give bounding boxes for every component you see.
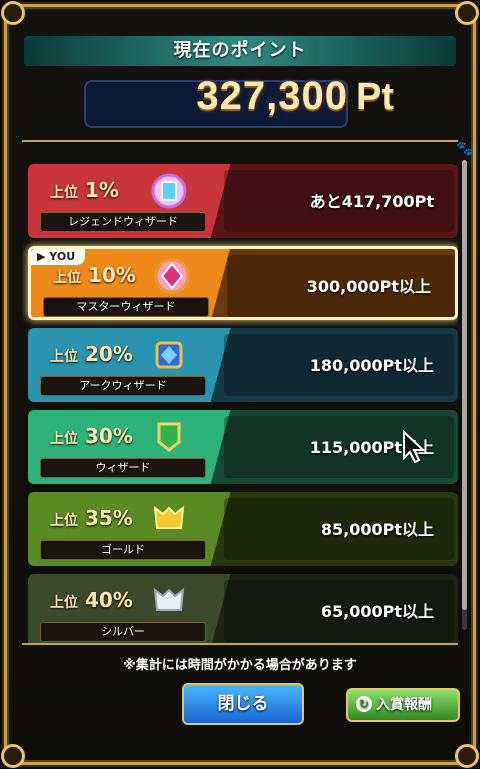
wizard-emblem-icon (148, 416, 190, 458)
legend-emblem-icon (148, 170, 190, 212)
rank-tier-prefix: 上位 (50, 513, 78, 529)
rank-name: シルバー (40, 622, 206, 642)
rank-threshold: あと417,700Pt (309, 192, 434, 211)
rewards-button[interactable]: ↻ 入賞報酬 (346, 688, 460, 722)
you-tag: ▶ YOU (31, 249, 86, 265)
rank-name: アークウィザード (40, 376, 206, 396)
rank-threshold: 180,000Pt以上 (309, 356, 434, 375)
silver-emblem-icon (148, 580, 190, 622)
corner-ornament (455, 744, 479, 768)
rank-row: 115,000Pt以上 上位 30% ウィザード (28, 410, 458, 484)
rank-tier-percent: 20% (78, 342, 133, 366)
refresh-icon: ↻ (356, 696, 372, 712)
rank-tier: 上位 10% (53, 263, 136, 287)
scrollbar[interactable] (462, 160, 467, 630)
rank-tier-prefix: 上位 (53, 270, 81, 286)
rank-tier-percent: 30% (78, 424, 133, 448)
rank-row: 65,000Pt以上 上位 40% シルバー (28, 574, 458, 643)
corner-ornament (455, 1, 479, 25)
rank-tier-percent: 40% (78, 588, 133, 612)
rank-name: レジェンドウィザード (40, 212, 206, 232)
rank-list: あと417,700Pt 上位 1% レジェンドウィザード ▶ YOU 300,000Pt… (22, 140, 458, 645)
paw-icon: 🐾 (456, 141, 474, 157)
corner-ornament (1, 1, 25, 25)
rank-row: ▶ YOU 300,000Pt以上 上位 10% マスターウィザード (28, 246, 458, 320)
rank-tier-percent: 35% (78, 506, 133, 530)
rank-tier: 上位 40% (50, 588, 133, 612)
header-title: 現在のポイント (24, 36, 456, 66)
master-emblem-icon (151, 255, 193, 297)
rank-name: マスターウィザード (43, 297, 209, 317)
mouse-cursor-icon (402, 429, 426, 468)
gold-emblem-icon (148, 498, 190, 540)
rank-row: あと417,700Pt 上位 1% レジェンドウィザード (28, 164, 458, 238)
scroll-thumb[interactable] (462, 160, 467, 610)
points-value: 327,300 (196, 74, 348, 118)
rank-threshold: 65,000Pt以上 (320, 602, 434, 621)
rank-tier-prefix: 上位 (50, 349, 78, 365)
rank-threshold: 85,000Pt以上 (320, 520, 434, 539)
rank-row: 180,000Pt以上 上位 20% アークウィザード (28, 328, 458, 402)
rank-tier: 上位 35% (50, 506, 133, 530)
rank-tier-percent: 1% (78, 178, 119, 202)
rank-tier: 上位 30% (50, 424, 133, 448)
rank-tier-prefix: 上位 (50, 185, 78, 201)
note-text: ※集計には時間がかかる場合があります (123, 658, 357, 673)
rank-row: 85,000Pt以上 上位 35% ゴールド (28, 492, 458, 566)
rank-threshold: 300,000Pt以上 (306, 277, 431, 296)
rank-tier-prefix: 上位 (50, 595, 78, 611)
rank-tier-percent: 10% (81, 263, 136, 287)
rank-tier: 上位 1% (50, 178, 119, 202)
rank-name: ウィザード (40, 458, 206, 478)
rewards-button-label: 入賞報酬 (376, 697, 432, 713)
rank-tier: 上位 20% (50, 342, 133, 366)
rank-tier-prefix: 上位 (50, 431, 78, 447)
points-unit: Pt (356, 76, 394, 118)
corner-ornament (1, 744, 25, 768)
close-button[interactable]: 閉じる (182, 683, 304, 725)
arc-emblem-icon (148, 334, 190, 376)
rank-name: ゴールド (40, 540, 206, 560)
